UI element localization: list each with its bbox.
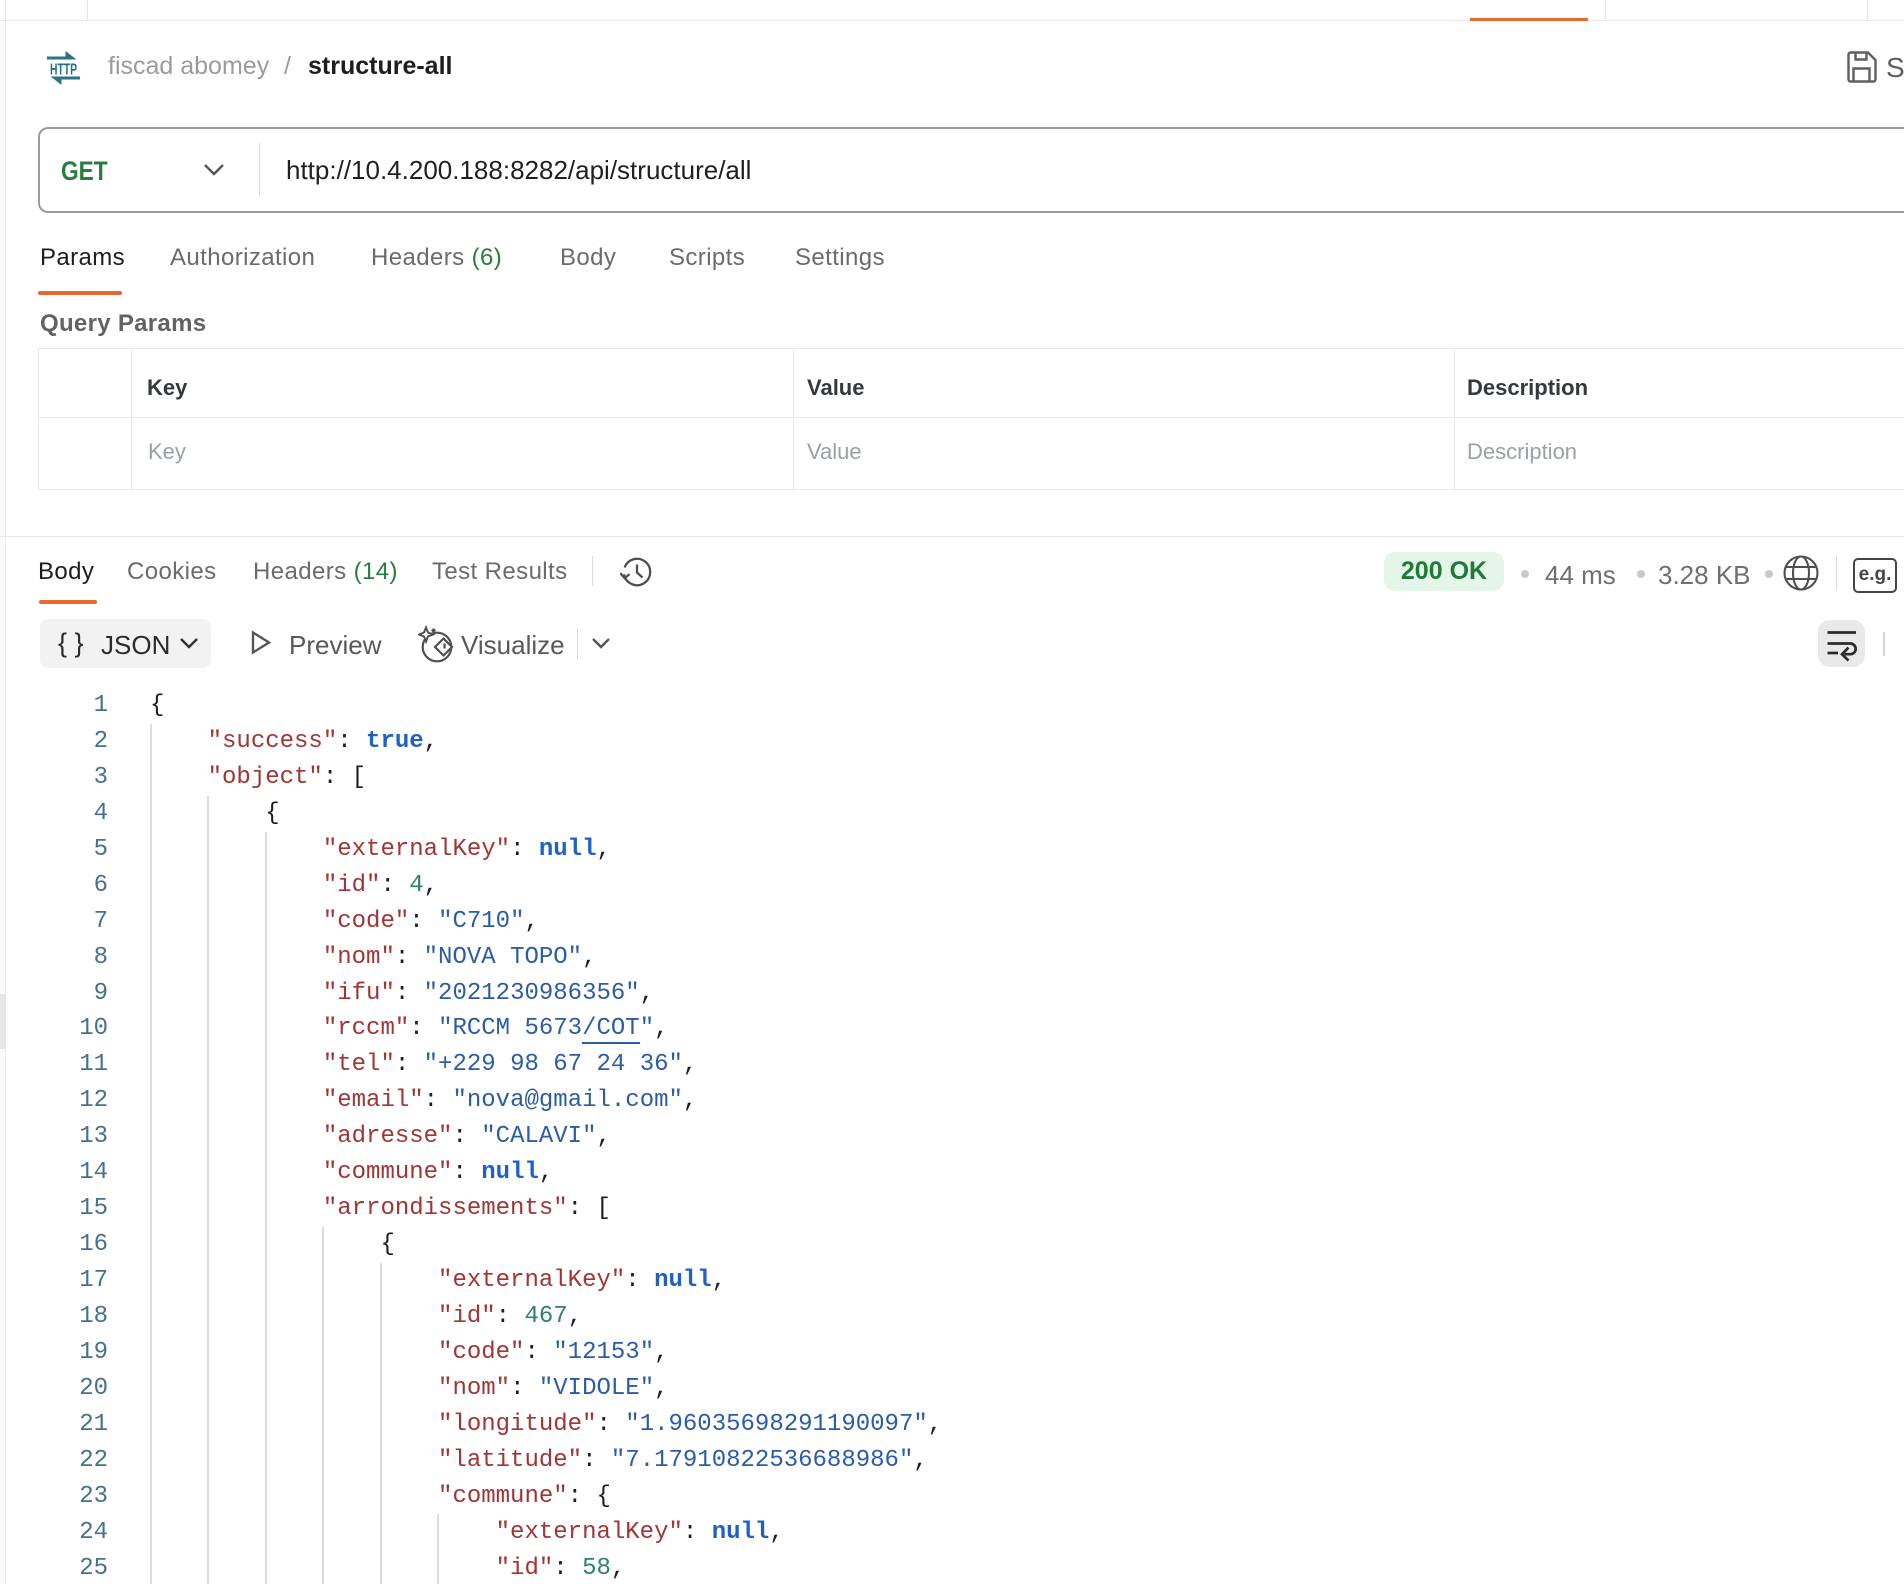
svg-text:HTTP: HTTP — [50, 62, 77, 79]
